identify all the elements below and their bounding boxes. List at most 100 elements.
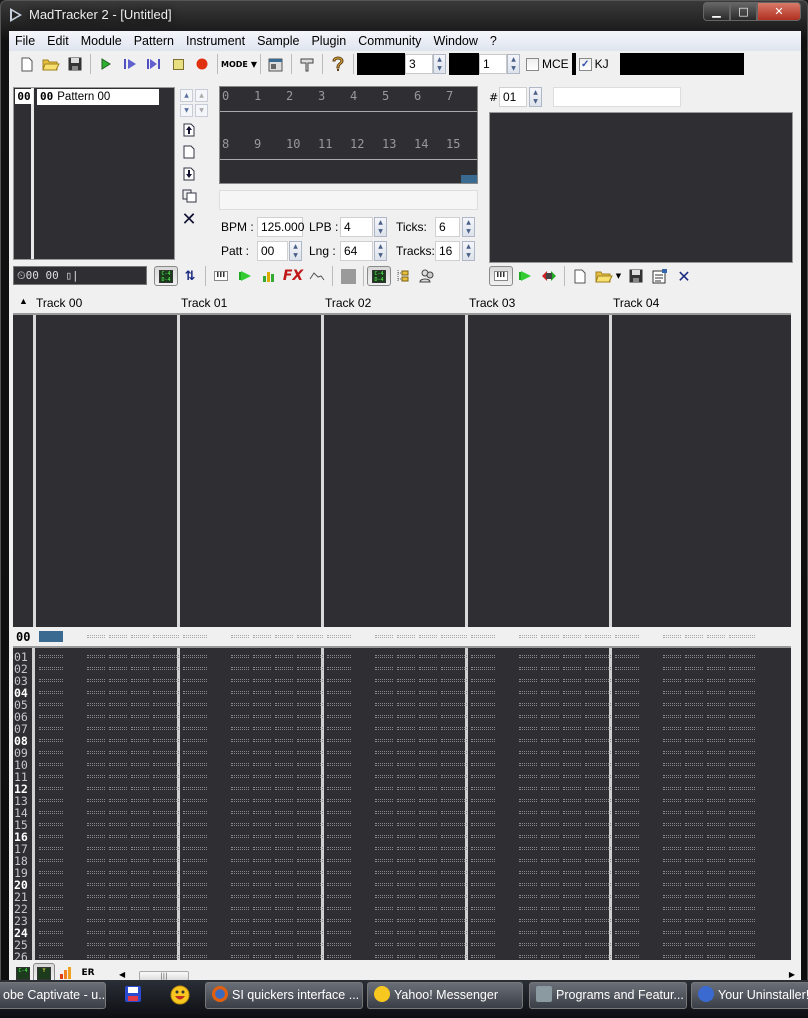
pattern-cell[interactable]: [87, 799, 105, 802]
pattern-cell[interactable]: [541, 727, 559, 730]
pattern-cell[interactable]: [541, 763, 559, 766]
pattern-cell[interactable]: [297, 835, 323, 838]
pattern-cell[interactable]: [707, 871, 725, 874]
pattern-cell[interactable]: [375, 835, 393, 838]
pattern-cell[interactable]: [231, 859, 249, 862]
pattern-cell[interactable]: [707, 823, 725, 826]
pattern-cell[interactable]: [253, 955, 271, 958]
pattern-cell[interactable]: [327, 955, 351, 958]
pattern-cell[interactable]: [183, 931, 207, 934]
instrument-number-spinner[interactable]: ▲ ▼: [529, 87, 542, 107]
pattern-cell[interactable]: [183, 703, 207, 706]
pattern-cell[interactable]: [87, 835, 105, 838]
pattern-cell[interactable]: [153, 635, 179, 638]
pattern-cell[interactable]: [297, 635, 323, 638]
pattern-cell[interactable]: [419, 655, 437, 658]
pattern-cell[interactable]: [253, 667, 271, 670]
pattern-cell[interactable]: [615, 739, 639, 742]
insert-after-icon[interactable]: [180, 167, 198, 185]
pattern-cell[interactable]: [419, 775, 437, 778]
pattern-cell[interactable]: [253, 835, 271, 838]
pattern-cell[interactable]: [253, 763, 271, 766]
pattern-cell[interactable]: [153, 715, 179, 718]
pattern-cell[interactable]: [87, 715, 105, 718]
pattern-cell[interactable]: [253, 919, 271, 922]
pattern-cell[interactable]: [563, 715, 581, 718]
pattern-cell[interactable]: [183, 943, 207, 946]
pattern-cell[interactable]: [153, 739, 179, 742]
pattern-cell[interactable]: [585, 847, 611, 850]
pattern-cell[interactable]: [109, 811, 127, 814]
pattern-cell[interactable]: [153, 847, 179, 850]
pattern-cell[interactable]: [441, 799, 467, 802]
pattern-cell[interactable]: [585, 667, 611, 670]
pattern-cell[interactable]: [663, 679, 681, 682]
pattern-cell[interactable]: [541, 883, 559, 886]
pattern-cell[interactable]: [729, 763, 755, 766]
pattern-cell[interactable]: [541, 679, 559, 682]
pattern-cell[interactable]: [471, 739, 495, 742]
lng-field[interactable]: 64: [340, 241, 373, 261]
pattern-cell[interactable]: [441, 667, 467, 670]
patt-field[interactable]: 00: [257, 241, 288, 261]
pattern-cell[interactable]: [471, 751, 495, 754]
pattern-cell[interactable]: [109, 919, 127, 922]
pattern-cell[interactable]: [519, 883, 537, 886]
pattern-cell[interactable]: [153, 835, 179, 838]
pattern-cell[interactable]: [109, 859, 127, 862]
pattern-cell[interactable]: [297, 751, 323, 754]
save-icon[interactable]: [63, 53, 87, 75]
pattern-cell[interactable]: [471, 883, 495, 886]
pattern-cell[interactable]: [183, 895, 207, 898]
pattern-cell[interactable]: [231, 751, 249, 754]
menu-sample[interactable]: Sample: [251, 31, 305, 51]
pattern-cell[interactable]: [585, 919, 611, 922]
pattern-cell[interactable]: [87, 691, 105, 694]
pattern-cell[interactable]: [375, 679, 393, 682]
pattern-cell[interactable]: [663, 871, 681, 874]
play-green-icon[interactable]: [233, 266, 257, 286]
pattern-cell[interactable]: [397, 823, 415, 826]
pattern-cell[interactable]: [39, 895, 63, 898]
pattern-cell[interactable]: [585, 895, 611, 898]
pattern-cell[interactable]: [729, 667, 755, 670]
pattern-cell[interactable]: [615, 931, 639, 934]
pattern-cell[interactable]: [297, 799, 323, 802]
pattern-cell[interactable]: [519, 859, 537, 862]
pattern-cell[interactable]: [441, 635, 467, 638]
instrument-open-dropdown[interactable]: ▼: [592, 266, 624, 286]
pattern-cell[interactable]: [615, 907, 639, 910]
pattern-cell[interactable]: [275, 955, 293, 958]
pattern-cell[interactable]: [615, 763, 639, 766]
track-visual-panes[interactable]: [13, 313, 791, 627]
pattern-cell[interactable]: [39, 835, 63, 838]
pattern-cell[interactable]: [231, 679, 249, 682]
pattern-cell[interactable]: [397, 811, 415, 814]
pattern-cell[interactable]: [663, 751, 681, 754]
pattern-cell[interactable]: [729, 811, 755, 814]
pattern-cell[interactable]: [663, 787, 681, 790]
play-icon[interactable]: [94, 53, 118, 75]
scroll-right-icon[interactable]: ▶: [789, 970, 795, 979]
pattern-cell[interactable]: [563, 739, 581, 742]
pattern-cell[interactable]: [39, 763, 63, 766]
pattern-cell[interactable]: [87, 751, 105, 754]
pattern-cell[interactable]: [519, 919, 537, 922]
pattern-cell[interactable]: [685, 811, 703, 814]
pattern-cell[interactable]: [419, 931, 437, 934]
pattern-cell[interactable]: [327, 859, 351, 862]
pattern-cell[interactable]: [729, 931, 755, 934]
pattern-cell[interactable]: [275, 739, 293, 742]
play-from-cursor-icon[interactable]: [142, 53, 166, 75]
pattern-cell[interactable]: [541, 775, 559, 778]
lpb-field[interactable]: 4: [340, 217, 373, 237]
pattern-cell[interactable]: [519, 703, 537, 706]
title-bar[interactable]: MadTracker 2 - [Untitled] ▁ □ ✕: [1, 1, 808, 31]
pattern-cell[interactable]: [397, 835, 415, 838]
pattern-cell[interactable]: [441, 751, 467, 754]
pattern-cell[interactable]: [275, 775, 293, 778]
help-icon[interactable]: [326, 53, 350, 75]
pattern-cell[interactable]: [685, 871, 703, 874]
pattern-cell[interactable]: [153, 883, 179, 886]
pattern-cell[interactable]: [663, 823, 681, 826]
